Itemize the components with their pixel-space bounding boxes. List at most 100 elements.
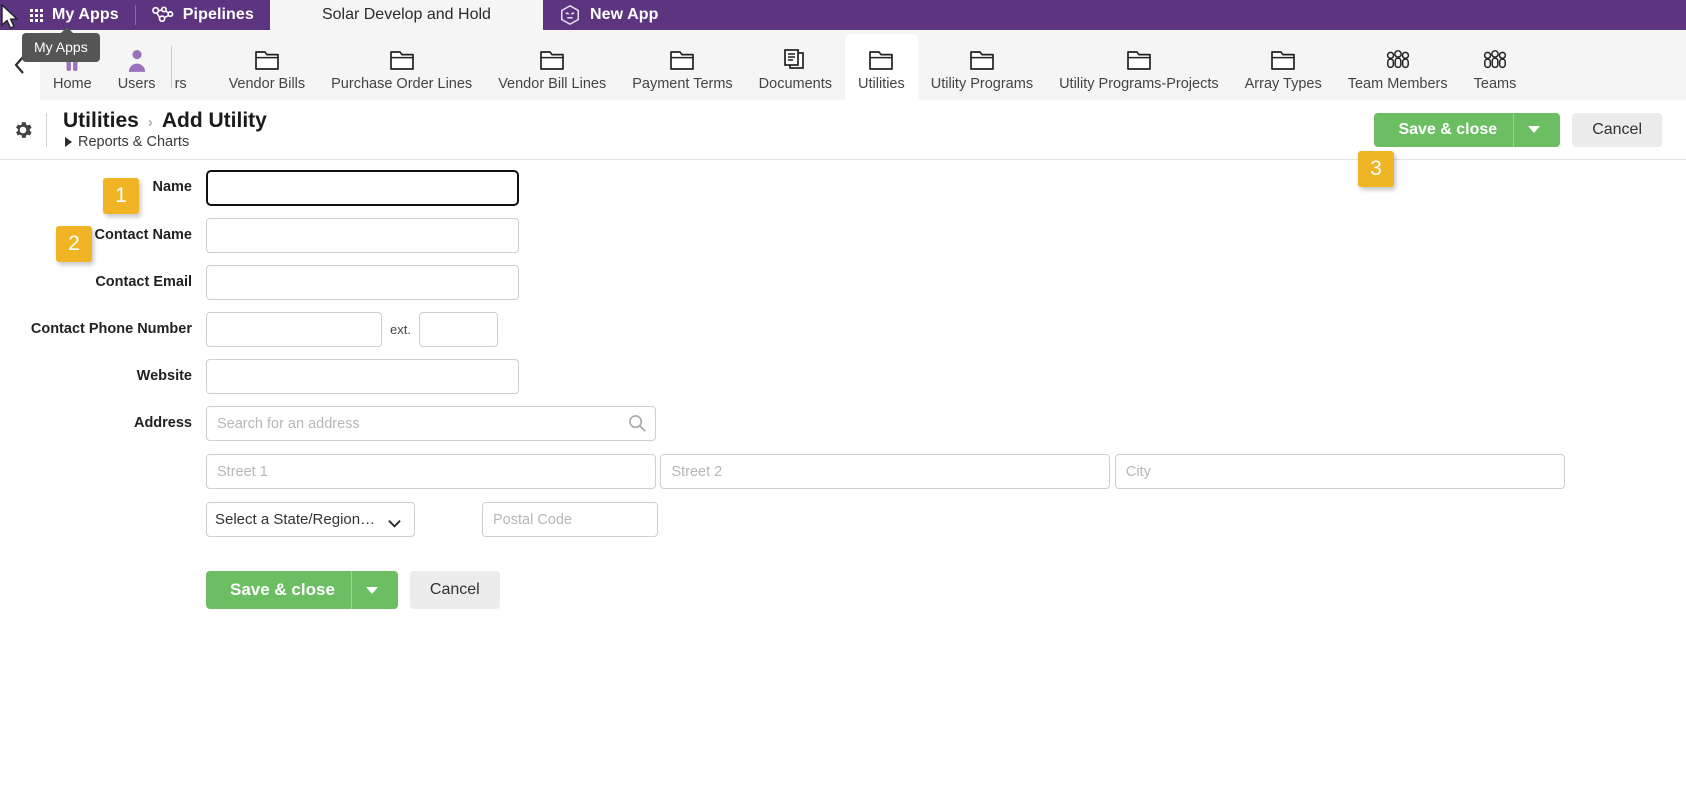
settings-gear-button[interactable] bbox=[0, 119, 46, 141]
state-postal-row: Select a State/Region… bbox=[206, 502, 1565, 537]
folder-icon bbox=[969, 47, 995, 73]
breadcrumb-separator-icon: › bbox=[147, 114, 153, 131]
nav-item-label: Purchase Order Lines bbox=[331, 76, 473, 93]
step-badge-3: 3 bbox=[1358, 151, 1394, 187]
folder-icon bbox=[1126, 47, 1152, 73]
street1-input[interactable] bbox=[206, 454, 656, 489]
step-badge-2: 2 bbox=[56, 226, 92, 262]
new-app-icon bbox=[560, 4, 579, 26]
field-row-contact-phone: Contact Phone Number ext. bbox=[0, 312, 1686, 347]
nav-item-label: Users bbox=[117, 76, 156, 93]
nav-item-utilities[interactable]: Utilities bbox=[845, 34, 918, 100]
triangle-right-icon bbox=[65, 137, 72, 147]
website-label: Website bbox=[136, 368, 192, 384]
contact-name-input[interactable] bbox=[206, 218, 519, 253]
my-apps-label: My Apps bbox=[52, 6, 119, 23]
team-icon bbox=[1482, 47, 1508, 73]
nav-item-label: Utility Programs-Projects bbox=[1059, 76, 1219, 93]
tooltip-text: My Apps bbox=[34, 39, 88, 55]
contact-email-input[interactable] bbox=[206, 265, 519, 300]
name-input[interactable] bbox=[205, 169, 520, 207]
contact-phone-label: Contact Phone Number bbox=[30, 321, 192, 337]
nav-item-documents[interactable]: Documents bbox=[746, 30, 845, 100]
save-dropdown-toggle-bottom[interactable] bbox=[352, 586, 392, 594]
page-header-bar: Utilities › Add Utility Reports & Charts… bbox=[0, 100, 1686, 160]
reports-and-charts-toggle[interactable]: Reports & Charts bbox=[63, 134, 267, 150]
nav-item-utility-programs[interactable]: Utility Programs bbox=[918, 30, 1046, 100]
header-actions: Save & close Cancel bbox=[1374, 112, 1686, 147]
app-tab-solar-develop-and-hold[interactable]: Solar Develop and Hold bbox=[269, 0, 543, 30]
chevron-down-icon bbox=[1528, 126, 1541, 133]
nav-item-users[interactable]: Users bbox=[105, 30, 169, 100]
nav-item-vendor-bill-lines[interactable]: Vendor Bill Lines bbox=[485, 30, 619, 100]
page-title: Add Utility bbox=[161, 109, 267, 132]
field-row-website: Website bbox=[0, 359, 1686, 394]
pipelines-label: Pipelines bbox=[182, 6, 254, 23]
nav-item-utility-programs-projects[interactable]: Utility Programs-Projects bbox=[1046, 30, 1232, 100]
nav-item-label: Vendor Bill Lines bbox=[498, 76, 607, 93]
save-dropdown-toggle-top[interactable] bbox=[1514, 126, 1554, 133]
nav-item-label: Vendor Bills bbox=[228, 76, 306, 93]
nav-item-label: Documents bbox=[758, 76, 833, 93]
nav-item-label: Team Members bbox=[1347, 76, 1448, 93]
folder-icon bbox=[254, 47, 280, 73]
nav-item-label: Array Types bbox=[1244, 76, 1322, 93]
my-apps-tooltip: My Apps bbox=[22, 27, 100, 62]
nav-divider bbox=[170, 46, 172, 88]
save-and-close-button-bottom[interactable]: Save & close bbox=[206, 571, 398, 609]
nav-item-payment-terms[interactable]: Payment Terms bbox=[619, 30, 745, 100]
address-group: Select a State/Region… bbox=[206, 406, 1565, 537]
app-tab-label: Solar Develop and Hold bbox=[321, 6, 491, 23]
website-input[interactable] bbox=[206, 359, 519, 394]
nav-item-label: Payment Terms bbox=[632, 76, 733, 93]
folder-icon bbox=[539, 47, 565, 73]
search-icon[interactable] bbox=[628, 414, 647, 433]
new-app-label: New App bbox=[589, 6, 659, 23]
breadcrumb-parent[interactable]: Utilities bbox=[63, 109, 139, 133]
address-search-input[interactable] bbox=[206, 406, 656, 441]
field-row-contact-name: Contact Name bbox=[0, 218, 1686, 253]
contact-name-label: Contact Name bbox=[94, 227, 193, 243]
breadcrumb: Utilities › Add Utility Reports & Charts bbox=[63, 109, 267, 150]
contact-phone-ext-input[interactable] bbox=[418, 312, 498, 347]
new-app-button[interactable]: New App bbox=[543, 0, 675, 30]
nav-item-label: Teams bbox=[1473, 76, 1517, 93]
top-app-bar: My Apps Pipelines Solar Develop and Hold… bbox=[0, 0, 1686, 30]
nav-item-array-types[interactable]: Array Types bbox=[1232, 30, 1335, 100]
nav-item-vendor-bills[interactable]: Vendor Bills bbox=[216, 30, 319, 100]
add-utility-form: Name Contact Name Contact Email Contact … bbox=[0, 169, 1686, 609]
folder-icon bbox=[1270, 47, 1296, 73]
nav-item-teams[interactable]: Teams bbox=[1461, 30, 1530, 100]
ext-label: ext. bbox=[390, 322, 411, 337]
gear-icon bbox=[16, 121, 32, 138]
folder-icon bbox=[389, 47, 415, 73]
nav-item-team-members[interactable]: Team Members bbox=[1335, 30, 1461, 100]
save-and-close-label-top: Save & close bbox=[1398, 120, 1498, 138]
nav-item-purchase-order-lines[interactable]: Purchase Order Lines bbox=[318, 30, 485, 100]
field-row-name: Name bbox=[0, 169, 1686, 207]
state-region-select[interactable]: Select a State/Region… bbox=[206, 502, 415, 537]
save-and-close-label-bottom: Save & close bbox=[230, 580, 335, 599]
nav-item-label: ders bbox=[174, 76, 187, 93]
cancel-button-top[interactable]: Cancel bbox=[1572, 112, 1662, 147]
street2-input[interactable] bbox=[660, 454, 1111, 489]
contact-email-label: Contact Email bbox=[95, 274, 192, 290]
folder-icon bbox=[868, 47, 894, 73]
city-input[interactable] bbox=[1114, 454, 1565, 489]
nav-item-label: Utility Programs bbox=[930, 76, 1034, 93]
team-icon bbox=[1385, 47, 1411, 73]
nav-item-ders[interactable]: ders bbox=[174, 30, 216, 100]
users-icon bbox=[124, 47, 150, 73]
step-badge-1: 1 bbox=[103, 178, 139, 214]
header-divider bbox=[46, 112, 47, 147]
folder-icon bbox=[669, 47, 695, 73]
grid-apps-icon bbox=[30, 8, 43, 22]
cancel-button-bottom[interactable]: Cancel bbox=[409, 571, 500, 609]
module-nav-bar: Home Users ders Vendor Bills Purchase Order … bbox=[0, 30, 1686, 100]
field-row-address: Address Select a State/Region… bbox=[0, 406, 1686, 537]
save-and-close-button-top[interactable]: Save & close bbox=[1374, 112, 1561, 147]
pipelines-button[interactable]: Pipelines bbox=[136, 0, 270, 30]
contact-phone-input[interactable] bbox=[206, 312, 382, 347]
nav-item-label: Home bbox=[53, 76, 92, 93]
postal-code-input[interactable] bbox=[482, 502, 658, 537]
